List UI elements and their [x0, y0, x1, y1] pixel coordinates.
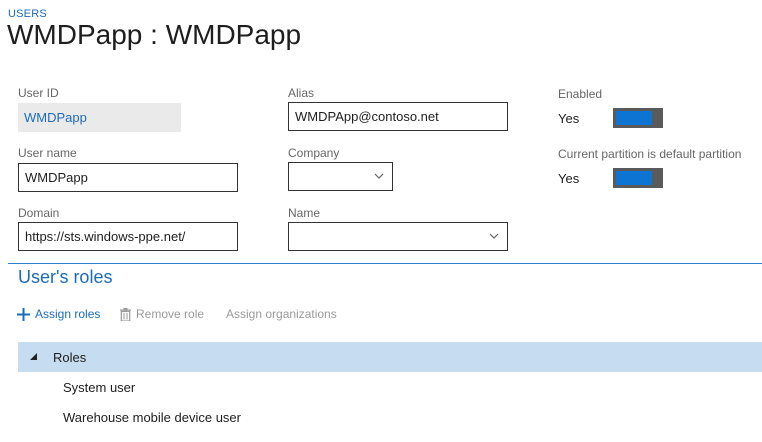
name-select[interactable]	[288, 222, 508, 251]
company-label: Company	[288, 146, 340, 160]
enabled-value: Yes	[558, 111, 580, 126]
assign-roles-label: Assign roles	[35, 307, 101, 321]
remove-role-label: Remove role	[136, 307, 205, 321]
assign-organizations-button[interactable]: Assign organizations	[226, 307, 337, 321]
default-partition-toggle[interactable]	[613, 168, 663, 188]
user-id-value: WMDPapp	[18, 103, 181, 132]
chevron-down-icon	[489, 233, 499, 239]
default-partition-label: Current partition is default partition	[558, 147, 742, 161]
name-label: Name	[288, 206, 321, 220]
company-select[interactable]	[288, 162, 393, 191]
domain-field[interactable]: https://sts.windows-ppe.net/	[18, 222, 238, 251]
user-name-label: User name	[18, 146, 77, 160]
domain-label: Domain	[18, 206, 60, 220]
page-title: WMDPapp : WMDPapp	[7, 19, 302, 50]
tree-item-warehouse-mobile-device-user[interactable]: Warehouse mobile device user	[63, 410, 241, 425]
user-name-field[interactable]: WMDPapp	[18, 163, 238, 192]
remove-role-button[interactable]: Remove role	[120, 307, 204, 321]
assign-organizations-label: Assign organizations	[226, 307, 337, 321]
chevron-down-icon	[374, 173, 384, 179]
roles-group-label: Roles	[53, 350, 87, 365]
default-partition-value: Yes	[558, 171, 580, 186]
section-divider	[8, 263, 762, 264]
assign-roles-button[interactable]: Assign roles	[17, 307, 100, 321]
user-id-label: User ID	[18, 86, 59, 100]
users-roles-heading[interactable]: User's roles	[18, 267, 112, 288]
alias-label: Alias	[288, 86, 315, 100]
enabled-toggle-fill	[616, 111, 652, 125]
tree-item-system-user[interactable]: System user	[63, 380, 135, 395]
enabled-toggle[interactable]	[613, 108, 663, 128]
alias-field[interactable]: WMDPApp@contoso.net	[288, 102, 508, 131]
plus-icon	[17, 307, 30, 321]
default-partition-toggle-fill	[616, 171, 652, 185]
enabled-label: Enabled	[558, 87, 603, 101]
trash-icon	[120, 307, 131, 321]
expanded-caret-icon[interactable]	[30, 353, 38, 361]
roles-tree-group[interactable]: Roles	[18, 342, 762, 372]
